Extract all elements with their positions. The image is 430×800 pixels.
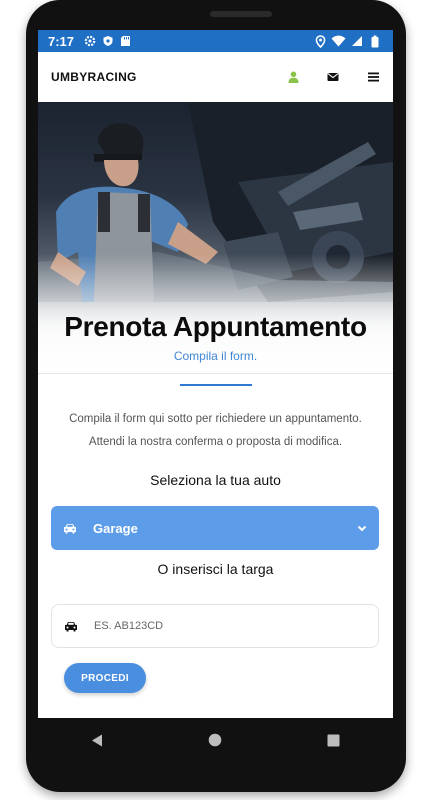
brand-logo[interactable]: UMBYRACING	[51, 70, 137, 84]
app-screen: 7:17 UMBYRACING Prenota Appuntamento Com…	[38, 30, 393, 718]
intro-line-2: Attendi la nostra conferma o proposta di…	[88, 436, 343, 448]
envelope-icon[interactable]	[313, 62, 353, 92]
location-icon	[313, 34, 328, 49]
recents-icon[interactable]	[314, 725, 354, 755]
hero-banner: Prenota Appuntamento Compila il form.	[38, 102, 393, 374]
page-subtitle: Compila il form.	[173, 349, 258, 363]
car-icon	[63, 523, 79, 534]
intro-text: Compila il form qui sotto per richiedere…	[38, 408, 393, 454]
proceed-button[interactable]: PROCEDI	[64, 663, 146, 693]
car-select-label: Seleziona la tua auto	[150, 472, 281, 488]
intro-line-1: Compila il form qui sotto per richiedere…	[69, 413, 362, 425]
status-time: 7:17	[48, 33, 75, 49]
accent-underline	[180, 384, 252, 386]
sd-card-icon	[118, 34, 133, 49]
page-title: Prenota Appuntamento	[64, 311, 367, 342]
android-nav-bar	[38, 718, 393, 762]
user-icon[interactable]	[273, 62, 313, 92]
car-select-dropdown[interactable]: Garage	[51, 506, 379, 550]
battery-icon	[367, 34, 382, 49]
wifi-icon	[331, 34, 346, 49]
plate-field[interactable]	[51, 604, 379, 648]
gear-icon	[82, 34, 97, 49]
home-icon[interactable]	[195, 725, 235, 755]
signal-icon	[349, 34, 364, 49]
speaker-grille	[210, 11, 272, 17]
chevron-down-icon	[357, 525, 367, 532]
plate-label: O inserisci la targa	[157, 561, 274, 577]
menu-icon[interactable]	[353, 62, 393, 92]
app-header: UMBYRACING	[38, 52, 393, 103]
section-divider	[38, 373, 393, 374]
plate-input[interactable]	[92, 619, 336, 633]
back-icon[interactable]	[77, 725, 117, 755]
status-bar: 7:17	[38, 30, 393, 52]
car-icon	[64, 621, 78, 632]
car-select-value: Garage	[93, 520, 138, 536]
shield-icon	[100, 34, 115, 49]
